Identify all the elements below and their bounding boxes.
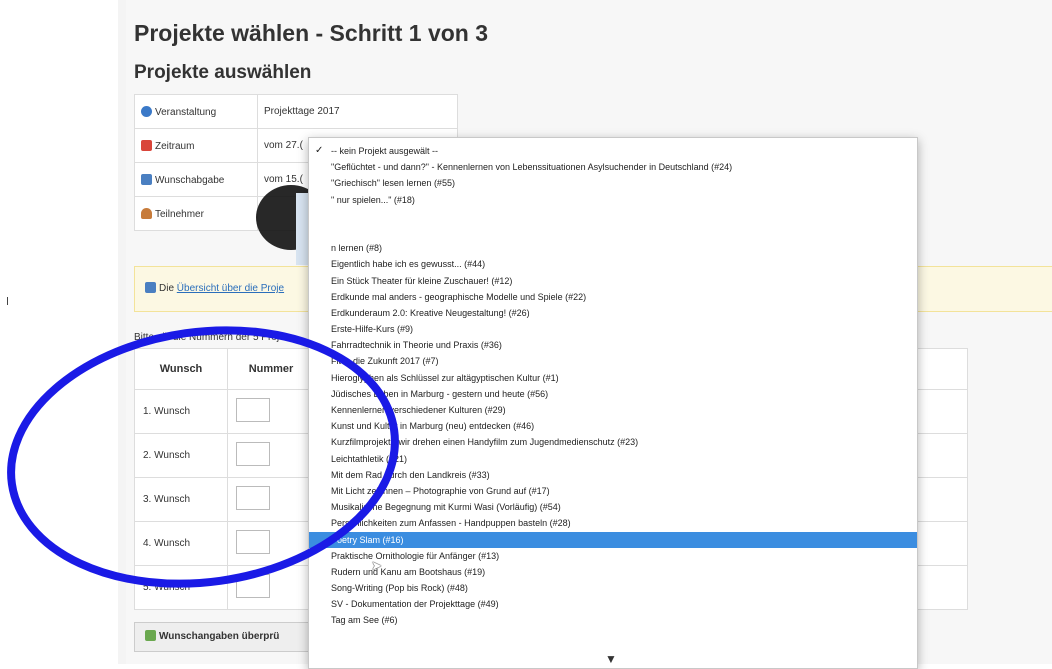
wish-label: 4. Wunsch: [134, 521, 228, 566]
wish-label: 2. Wunsch: [134, 433, 228, 478]
col-header-wunsch: Wunsch: [134, 348, 228, 390]
dropdown-option[interactable]: [309, 224, 917, 240]
dropdown-option-label: Musikalische Begegnung mit Kurmi Wasi (V…: [331, 502, 561, 513]
dropdown-option[interactable]: [309, 208, 917, 224]
dropdown-option-label: Eigentlich habe ich es gewusst... (#44): [331, 259, 486, 270]
dropdown-option-label: -- kein Projekt ausgewält --: [331, 146, 439, 156]
dropdown-option-label: Poetry Slam (#16): [331, 534, 404, 545]
dropdown-option[interactable]: Jüdisches Leben in Marburg - gestern und…: [309, 386, 917, 402]
info-icon: [141, 105, 152, 117]
dropdown-option-label: Kurzfilmprojekt - wir drehen einen Handy…: [331, 437, 639, 448]
info-label: Teilnehmer: [155, 208, 204, 220]
dropdown-option-label: Ein Stück Theater für kleine Zuschauer! …: [331, 275, 513, 286]
check-wishes-button[interactable]: Wunschangaben überprü: [134, 622, 334, 652]
dropdown-option-label: Hieroglyphen als Schlüssel zur altägypti…: [331, 372, 559, 383]
col-header-nummer: Nummer: [227, 348, 315, 390]
dropdown-option[interactable]: Kurzfilmprojekt - wir drehen einen Handy…: [309, 434, 917, 450]
dropdown-option-label: SV - Dokumentation der Projekttage (#49): [331, 599, 499, 610]
project-select-dropdown[interactable]: ✓ -- kein Projekt ausgewält -- "Geflüchtet…: [308, 137, 918, 669]
dropdown-option-label: Kunst und Kultur in Marburg (neu) entdec…: [331, 421, 535, 432]
dropdown-option-label: Erdkunde mal anders - geographische Mode…: [331, 291, 587, 302]
wish-number-input[interactable]: [236, 442, 270, 466]
wish-number-input[interactable]: [236, 486, 270, 510]
info-value: Projekttage 2017: [257, 94, 458, 129]
mouse-pointer-icon: ➤: [371, 558, 382, 573]
dropdown-option[interactable]: "Griechisch" lesen lernen (#55): [309, 175, 917, 191]
dropdown-option-label: n lernen (#8): [331, 243, 383, 254]
section-title: Projekte auswählen: [134, 62, 312, 83]
dropdown-option-label: Erste-Hilfe-Kurs (#9): [331, 324, 414, 335]
wish-number-input[interactable]: [236, 530, 270, 554]
dropdown-option[interactable]: Mit dem Rad durch den Landkreis (#33): [309, 467, 917, 483]
stray-mark: [7, 297, 8, 305]
info-label: Zeitraum: [155, 140, 195, 152]
calendar-icon: [141, 173, 152, 185]
flag-icon: [141, 139, 152, 151]
dropdown-option-label: Song-Writing (Pop bis Rock) (#48): [331, 583, 468, 594]
dropdown-option-label: Jüdisches Leben in Marburg - gestern und…: [331, 388, 549, 399]
dropdown-option[interactable]: n lernen (#8): [309, 240, 917, 256]
dropdown-option[interactable]: Fit in die Zukunft 2017 (#7): [309, 353, 917, 369]
dropdown-option-label: Rudern und Kanu am Bootshaus (#19): [331, 566, 486, 577]
wish-label: 1. Wunsch: [134, 389, 228, 434]
dropdown-option-label: Fahrradtechnik in Theorie und Praxis (#3…: [331, 340, 502, 351]
dropdown-option[interactable]: Persönlichkeiten zum Anfassen - Handpupp…: [309, 515, 917, 531]
dropdown-option[interactable]: Erdkunde mal anders - geographische Mode…: [309, 289, 917, 305]
dropdown-option[interactable]: Kunst und Kultur in Marburg (neu) entdec…: [309, 418, 917, 434]
user-icon: [141, 207, 152, 219]
dropdown-option-label: Praktische Ornithologie für Anfänger (#1…: [331, 550, 500, 561]
dropdown-option[interactable]: Kennenlernen verschiedener Kulturen (#29…: [309, 402, 917, 418]
dropdown-option-label: Leichtathletik (#21): [331, 453, 408, 464]
dropdown-option-label: " nur spielen..." (#18): [331, 194, 415, 205]
dropdown-option[interactable]: Praktische Ornithologie für Anfänger (#1…: [309, 548, 917, 564]
dropdown-option-label: "Griechisch" lesen lernen (#55): [331, 178, 455, 189]
wish-label: 5. Wunsch: [134, 565, 228, 610]
wish-number-input[interactable]: [236, 574, 270, 598]
info-label: Wunschabgabe: [155, 174, 225, 186]
dropdown-option[interactable]: ✓ -- kein Projekt ausgewält --: [309, 143, 917, 159]
dropdown-option[interactable]: Musikalische Begegnung mit Kurmi Wasi (V…: [309, 499, 917, 515]
notice-text: Die: [159, 283, 177, 294]
project-overview-link[interactable]: Übersicht über die Proje: [177, 283, 284, 294]
document-icon: [145, 282, 156, 293]
dropdown-option[interactable]: Rudern und Kanu am Bootshaus (#19): [309, 564, 917, 580]
dropdown-option-label: Kennenlernen verschiedener Kulturen (#29…: [331, 405, 506, 415]
dropdown-option[interactable]: Tag am See (#6): [309, 612, 917, 628]
dropdown-option-label: Mit Licht zeichnen – Photographie von Gr…: [331, 485, 550, 496]
dropdown-option[interactable]: "Geflüchtet - und dann?" - Kennenlernen …: [309, 159, 917, 175]
dropdown-option-label: "Geflüchtet - und dann?" - Kennenlernen …: [331, 162, 733, 173]
wish-label: 3. Wunsch: [134, 477, 228, 522]
dropdown-option[interactable]: Eigentlich habe ich es gewusst... (#44): [309, 256, 917, 272]
checkmark-icon: ✓: [315, 145, 324, 156]
dropdown-option[interactable]: Poetry Slam (#16): [309, 531, 917, 548]
dropdown-option-label: Fit in die Zukunft 2017 (#7): [331, 356, 439, 367]
dropdown-option-label: Tag am See (#6): [331, 615, 398, 626]
dropdown-option-label: Persönlichkeiten zum Anfassen - Handpupp…: [331, 518, 571, 529]
dropdown-option[interactable]: Mit Licht zeichnen – Photographie von Gr…: [309, 483, 917, 499]
dropdown-option[interactable]: Fahrradtechnik in Theorie und Praxis (#3…: [309, 337, 917, 353]
dropdown-option[interactable]: Erdkunderaum 2.0: Kreative Neugestaltung…: [309, 305, 917, 321]
wish-instructions: Bitte gib die Nummern der 5 Proje: [134, 332, 285, 343]
info-label: Veranstaltung: [155, 106, 217, 118]
info-row: Veranstaltung Projekttage 2017: [134, 94, 458, 129]
check-icon: [145, 630, 156, 641]
dropdown-option[interactable]: SV - Dokumentation der Projekttage (#49): [309, 596, 917, 612]
dropdown-option-label: Mit dem Rad durch den Landkreis (#33): [331, 469, 490, 480]
dropdown-option[interactable]: Hieroglyphen als Schlüssel zur altägypti…: [309, 370, 917, 386]
dropdown-option[interactable]: Erste-Hilfe-Kurs (#9): [309, 321, 917, 337]
dropdown-option-label: Erdkunderaum 2.0: Kreative Neugestaltung…: [331, 307, 530, 318]
wish-number-input[interactable]: [236, 398, 270, 422]
dropdown-option[interactable]: Song-Writing (Pop bis Rock) (#48): [309, 580, 917, 596]
check-wishes-label: Wunschangaben überprü: [159, 631, 280, 642]
dropdown-option[interactable]: " nur spielen..." (#18): [309, 192, 917, 208]
left-margin: [0, 0, 118, 664]
page-title: Projekte wählen - Schritt 1 von 3: [134, 20, 489, 46]
dropdown-option[interactable]: Ein Stück Theater für kleine Zuschauer! …: [309, 273, 917, 289]
dropdown-option[interactable]: Leichtathletik (#21): [309, 451, 917, 467]
